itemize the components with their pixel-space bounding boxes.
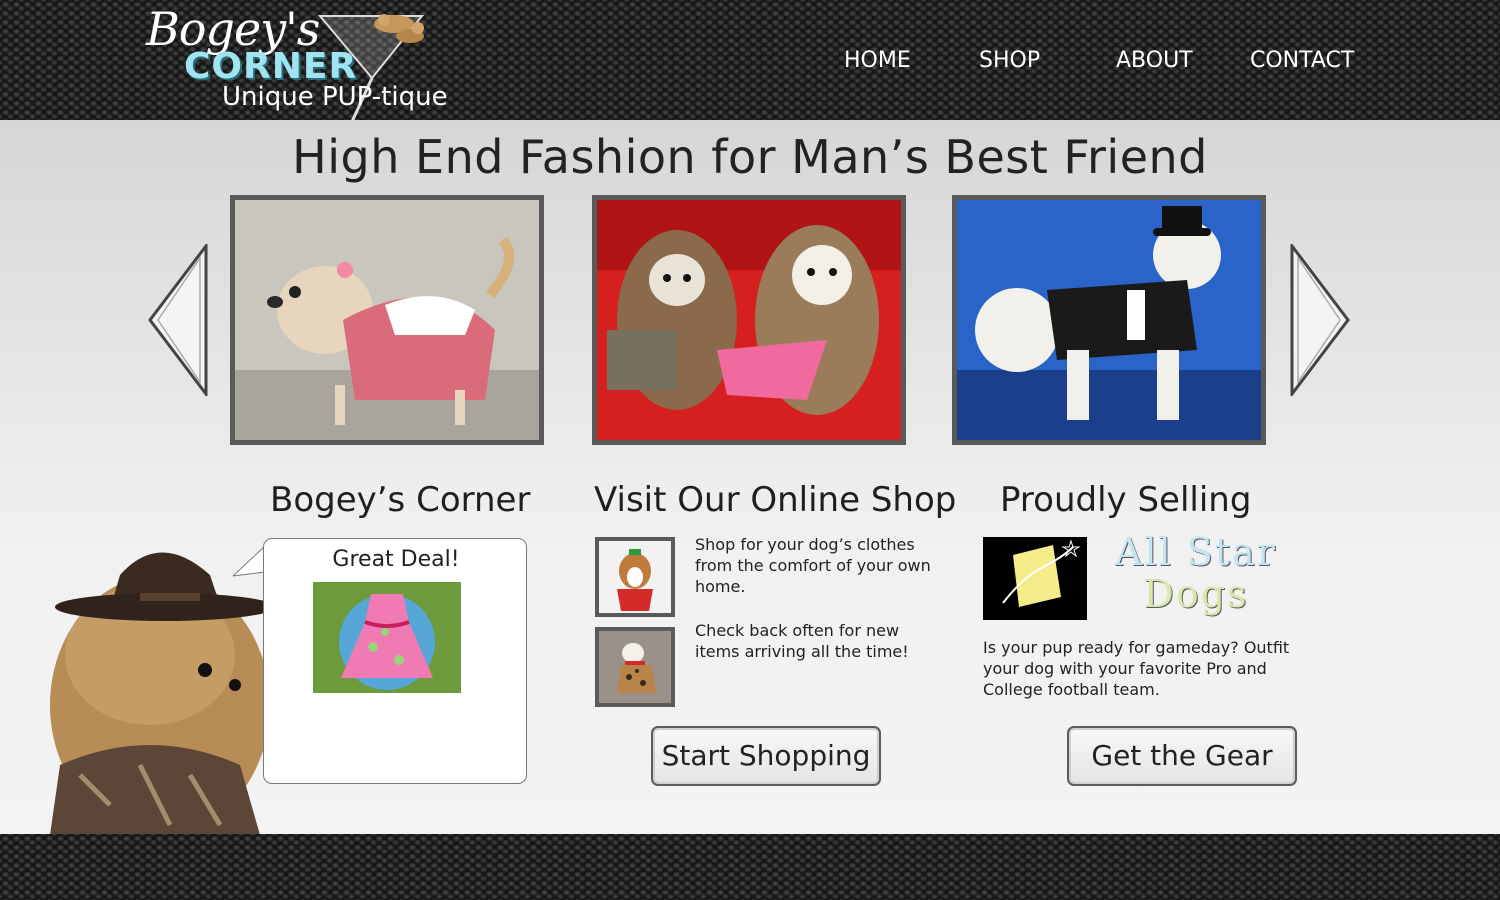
carousel-slide-1[interactable] <box>230 195 544 445</box>
site-header: Bogey's CORNER Unique PUP-tique HOME SHO… <box>0 0 1500 120</box>
nav-shop[interactable]: SHOP <box>979 48 1040 73</box>
logo-name-text: CORNER <box>184 46 358 87</box>
carousel-next-button[interactable] <box>1290 244 1350 396</box>
partner-wordmark-line1: All Star <box>1115 530 1277 574</box>
carousel-prev-button[interactable] <box>148 244 208 396</box>
shop-thumb-leopard[interactable] <box>595 627 675 707</box>
poodle-tuxedo-photo <box>957 200 1261 440</box>
leopard-dress-dog-photo <box>599 631 671 703</box>
site-footer <box>0 834 1500 900</box>
partner-wordmark-line2: Dogs <box>1143 572 1249 616</box>
beagle-photo <box>599 541 671 613</box>
yorkie-mascot-image <box>50 552 275 835</box>
selling-description: Is your pup ready for gameday? Outfit yo… <box>983 638 1290 699</box>
logo-tagline: Unique PUP-tique <box>222 82 448 112</box>
shop-description-1: Shop for your dog’s clothes from the com… <box>695 535 931 596</box>
all-star-dogs-logo-mark[interactable] <box>983 537 1087 620</box>
start-shopping-button[interactable]: Start Shopping <box>651 726 881 786</box>
all-star-dogs-wordmark: All Star Dogs <box>1096 530 1296 620</box>
nav-home[interactable]: HOME <box>844 48 911 73</box>
deal-speech-bubble: Great Deal! <box>263 538 527 784</box>
shop-thumb-beagle[interactable] <box>595 537 675 617</box>
pink-dress-deal-image[interactable] <box>313 582 461 693</box>
shop-heading: Visit Our Online Shop <box>594 480 957 520</box>
shop-description-2: Check back often for new items arriving … <box>695 621 909 661</box>
carousel-slide-3[interactable] <box>952 195 1266 445</box>
site-logo[interactable]: Bogey's CORNER Unique PUP-tique <box>140 0 470 120</box>
about-heading: Bogey’s Corner <box>270 480 531 520</box>
nav-contact[interactable]: CONTACT <box>1250 48 1354 73</box>
nav-about[interactable]: ABOUT <box>1116 48 1193 73</box>
carousel-slide-2[interactable] <box>592 195 906 445</box>
shih-tzus-photo <box>597 200 901 440</box>
deal-title: Great Deal! <box>332 547 460 572</box>
selling-heading: Proudly Selling <box>1000 480 1252 520</box>
page-title: High End Fashion for Man’s Best Friend <box>292 130 1208 184</box>
speech-bubble-tail <box>233 546 267 577</box>
get-the-gear-button[interactable]: Get the Gear <box>1067 726 1297 786</box>
dog-gingham-dress-photo <box>235 200 539 440</box>
main-nav: HOME SHOP ABOUT CONTACT <box>820 48 1380 82</box>
